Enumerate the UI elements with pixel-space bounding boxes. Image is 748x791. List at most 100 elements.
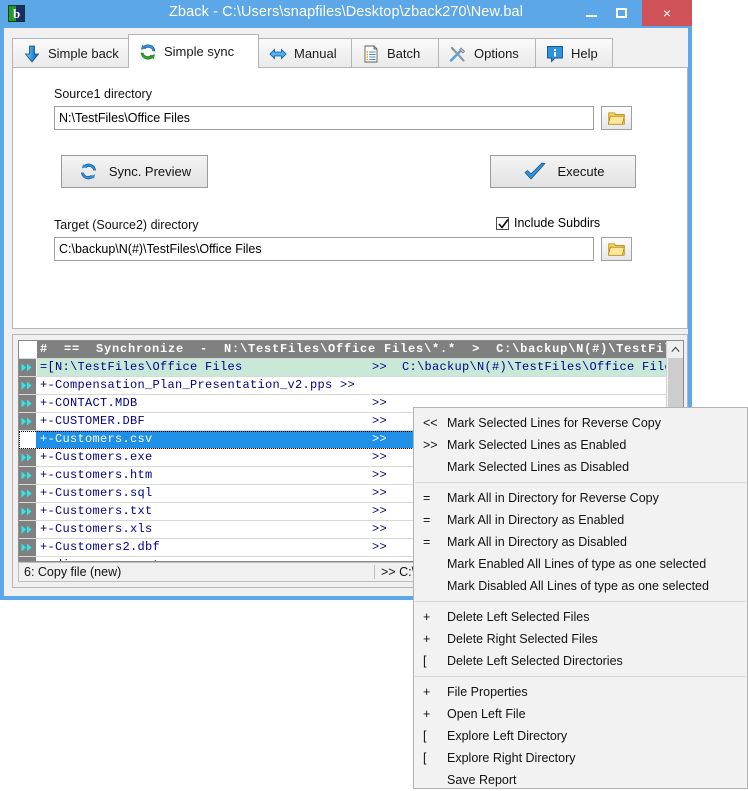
source1-input[interactable]: N:\TestFiles\Office Files: [54, 106, 594, 130]
row-enabled-marker-icon[interactable]: [19, 395, 37, 412]
row-direction: >> C:\backup\N(#)\TestFiles\Office Files: [372, 360, 666, 374]
menu-item-label: Explore Left Directory: [447, 729, 568, 743]
status-left: 6: Copy file (new): [24, 565, 122, 579]
row-enabled-marker-icon[interactable]: [19, 521, 37, 538]
maximize-icon: [615, 7, 627, 18]
folder-icon: [608, 242, 625, 256]
sync-preview-button[interactable]: Sync. Preview: [61, 155, 208, 188]
row-path: +-discoverer.ppt: [40, 558, 160, 561]
context-menu-item[interactable]: = Mark All in Directory for Reverse Copy: [414, 487, 747, 509]
menu-item-label: File Properties: [447, 685, 528, 699]
left-right-arrow-icon: [268, 44, 288, 64]
row-enabled-marker-icon[interactable]: [19, 449, 37, 466]
tools-icon: [448, 44, 468, 64]
menu-item-label: Mark All in Directory for Reverse Copy: [447, 491, 659, 505]
context-menu-item[interactable]: Mark Enabled All Lines of type as one se…: [414, 553, 747, 575]
menu-item-prefix: =: [423, 535, 431, 549]
maximize-button[interactable]: [606, 1, 636, 22]
context-menu-item[interactable]: Mark Disabled All Lines of type as one s…: [414, 575, 747, 597]
row-marker-empty[interactable]: [19, 431, 37, 448]
row-marker-empty[interactable]: [19, 341, 37, 358]
row-path: +-Customers.xls: [40, 522, 153, 536]
menu-item-prefix: +: [423, 610, 431, 624]
document-list-icon: [361, 44, 381, 64]
row-path: # == Synchronize - N:\TestFiles\Office F…: [40, 342, 666, 356]
row-enabled-marker-icon[interactable]: [19, 467, 37, 484]
down-arrow-icon: [22, 44, 42, 64]
tab-label: Options: [474, 46, 519, 61]
row-path: +-Compensation_Plan_Presentation_v2.pps …: [40, 378, 356, 392]
context-menu-item[interactable]: + Delete Left Selected Files: [414, 606, 747, 628]
menu-item-prefix: [: [423, 654, 427, 668]
target-label: Target (Source2) directory: [54, 218, 199, 232]
minimize-button[interactable]: [576, 1, 606, 22]
tab-label: Simple sync: [164, 44, 235, 59]
context-menu-item[interactable]: [Explore Right Directory: [414, 747, 747, 769]
row-path: +-Customers.csv: [40, 432, 153, 446]
context-menu-item[interactable]: Save Report: [414, 769, 747, 791]
tab-label: Batch: [387, 46, 421, 61]
sync-preview-label: Sync. Preview: [108, 164, 192, 179]
menu-separator: [415, 676, 746, 677]
row-path: +-Customers2.dbf: [40, 540, 161, 554]
close-button[interactable]: ×: [642, 0, 692, 26]
simple-sync-panel: Source1 directory N:\TestFiles\Office Fi…: [12, 67, 688, 329]
row-direction: >>: [372, 522, 388, 536]
row-direction: >>: [372, 504, 388, 518]
menu-item-prefix: +: [423, 632, 431, 646]
table-row[interactable]: +-Compensation_Plan_Presentation_v2.pps …: [19, 377, 666, 395]
menu-item-label: Explore Right Directory: [447, 751, 576, 765]
execute-label: Execute: [557, 164, 605, 179]
row-text: +-Compensation_Plan_Presentation_v2.pps …: [37, 377, 666, 394]
chevron-up-icon: [670, 346, 680, 352]
target-browse-button[interactable]: [601, 237, 632, 261]
row-path: +-Customers.txt: [40, 504, 153, 518]
row-direction: >>: [372, 540, 388, 554]
tab-label: Manual: [294, 46, 337, 61]
row-enabled-marker-icon[interactable]: [19, 413, 37, 430]
row-path: +-Customers.exe: [40, 450, 153, 464]
tab-options[interactable]: Options: [438, 38, 536, 68]
menu-item-prefix: >>: [423, 438, 438, 452]
menu-item-label: Mark Selected Lines as Enabled: [447, 438, 627, 452]
row-enabled-marker-icon[interactable]: [19, 377, 37, 394]
context-menu[interactable]: << Mark Selected Lines for Reverse Copy >>…: [413, 407, 748, 789]
tab-batch[interactable]: Batch: [351, 38, 439, 68]
row-enabled-marker-icon[interactable]: [19, 539, 37, 556]
row-direction: >>: [372, 450, 388, 464]
row-enabled-marker-icon[interactable]: [19, 359, 37, 376]
context-menu-item[interactable]: + Open Left File: [414, 703, 747, 725]
title-bar[interactable]: b Zback - C:\Users\snapfiles\Desktop\zba…: [0, 0, 692, 28]
context-menu-item[interactable]: + Delete Right Selected Files: [414, 628, 747, 650]
context-menu-item[interactable]: [ Delete Left Selected Directories: [414, 650, 747, 672]
tab-simple-sync[interactable]: Simple sync: [128, 34, 259, 68]
include-subdirs-checkbox[interactable]: Include Subdirs: [496, 216, 600, 230]
context-menu-item[interactable]: = Mark All in Directory as Disabled: [414, 531, 747, 553]
context-menu-item[interactable]: << Mark Selected Lines for Reverse Copy: [414, 412, 747, 434]
menu-item-label: Delete Left Selected Files: [447, 610, 590, 624]
execute-button[interactable]: Execute: [490, 155, 636, 188]
table-row[interactable]: =[N:\TestFiles\Office Files >> C:\backup\…: [19, 359, 666, 377]
menu-item-label: Mark Disabled All Lines of type as one s…: [447, 579, 709, 593]
row-enabled-marker-icon[interactable]: [19, 557, 37, 561]
row-direction: >>: [372, 557, 387, 561]
context-menu-item[interactable]: = Mark All in Directory as Enabled: [414, 509, 747, 531]
folder-icon: [608, 111, 625, 125]
context-menu-item[interactable]: Mark Selected Lines as Disabled: [414, 456, 747, 478]
target-input[interactable]: C:\backup\N(#)\TestFiles\Office Files: [54, 237, 594, 261]
row-path: +-Customers.sql: [40, 486, 153, 500]
checkmark-icon: [524, 162, 545, 179]
row-enabled-marker-icon[interactable]: [19, 485, 37, 502]
row-text: # == Synchronize - N:\TestFiles\Office F…: [37, 341, 666, 358]
menu-item-label: Delete Left Selected Directories: [447, 654, 623, 668]
tab-help[interactable]: Help: [535, 38, 613, 68]
list-header-row[interactable]: # == Synchronize - N:\TestFiles\Office F…: [19, 341, 666, 359]
row-enabled-marker-icon[interactable]: [19, 503, 37, 520]
context-menu-item[interactable]: [Explore Left Directory: [414, 725, 747, 747]
tab-manual[interactable]: Manual: [258, 38, 352, 68]
tab-simple-back[interactable]: Simple back: [12, 38, 129, 68]
context-menu-item[interactable]: + File Properties: [414, 681, 747, 703]
context-menu-item[interactable]: >> Mark Selected Lines as Enabled: [414, 434, 747, 456]
scroll-up-button[interactable]: [667, 341, 683, 358]
source1-browse-button[interactable]: [601, 106, 632, 130]
